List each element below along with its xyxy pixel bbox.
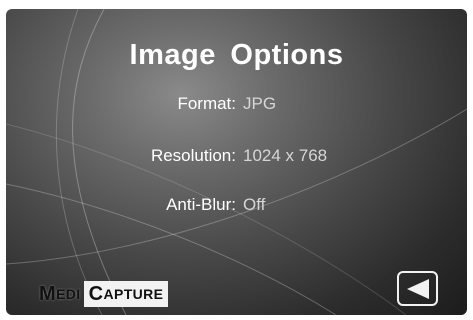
format-value[interactable]: JPG <box>243 94 276 114</box>
device-screen: Image Options Format: JPG Resolution: 10… <box>6 9 467 315</box>
logo-capture: C APTURE <box>83 281 169 307</box>
anti-blur-label: Anti-Blur: <box>166 195 236 214</box>
resolution-value[interactable]: 1024 x 768 <box>243 146 327 166</box>
logo-medi: M EDI <box>39 282 81 305</box>
medicapture-logo: M EDI C APTURE <box>37 281 169 307</box>
page-title: Image Options <box>129 39 344 71</box>
anti-blur-value[interactable]: Off <box>243 195 265 215</box>
back-button[interactable] <box>397 271 438 306</box>
resolution-label: Resolution: <box>150 146 236 165</box>
left-triangle-icon <box>406 278 429 299</box>
format-label: Format: <box>177 94 236 113</box>
